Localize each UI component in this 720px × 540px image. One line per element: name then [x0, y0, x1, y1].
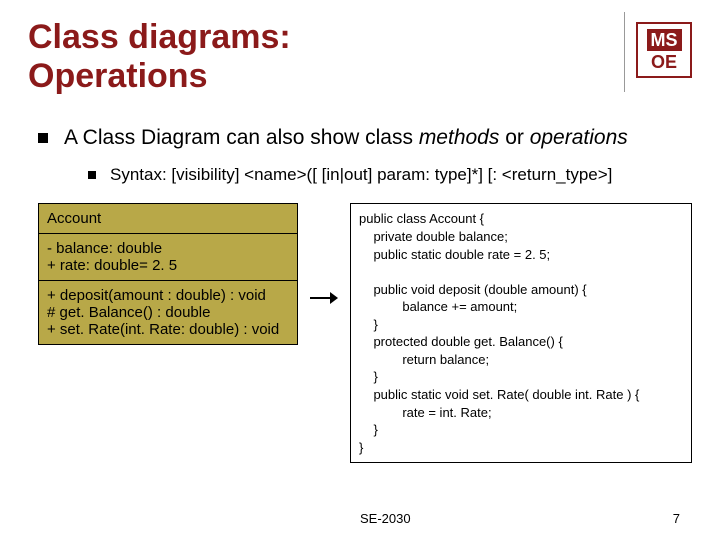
square-bullet-icon [88, 171, 96, 179]
course-code: SE-2030 [360, 511, 411, 526]
logo-top: MS [647, 29, 682, 51]
logo-bottom: OE [651, 53, 677, 71]
msoe-logo: MS OE [636, 22, 692, 78]
uml-class-name: Account [39, 204, 297, 234]
bullet1-prefix: A Class Diagram can also show class [64, 126, 419, 149]
square-bullet-icon [38, 133, 48, 143]
bullet1-em1: methods [419, 126, 500, 149]
bullet1-text: A Class Diagram can also show class meth… [64, 124, 628, 151]
page-number: 7 [673, 511, 680, 526]
bullet1-em2: operations [530, 126, 628, 149]
bullet-level2: Syntax: [visibility] <name>([ [in|out] p… [88, 165, 692, 185]
uml-operations: + deposit(amount : double) : void # get.… [39, 281, 297, 344]
uml-attributes: - balance: double + rate: double= 2. 5 [39, 234, 297, 281]
slide-title: Class diagrams:Operations [28, 18, 291, 96]
java-code-block: public class Account { private double ba… [350, 203, 692, 463]
uml-class-box: Account - balance: double + rate: double… [38, 203, 298, 345]
arrow-right-icon [310, 292, 338, 304]
syntax-text: Syntax: [visibility] <name>([ [in|out] p… [110, 165, 612, 185]
bullet-level1: A Class Diagram can also show class meth… [38, 124, 692, 151]
slide-footer: SE-2030 7 [0, 511, 720, 526]
bullet1-mid: or [499, 126, 529, 149]
header-separator [624, 12, 625, 92]
